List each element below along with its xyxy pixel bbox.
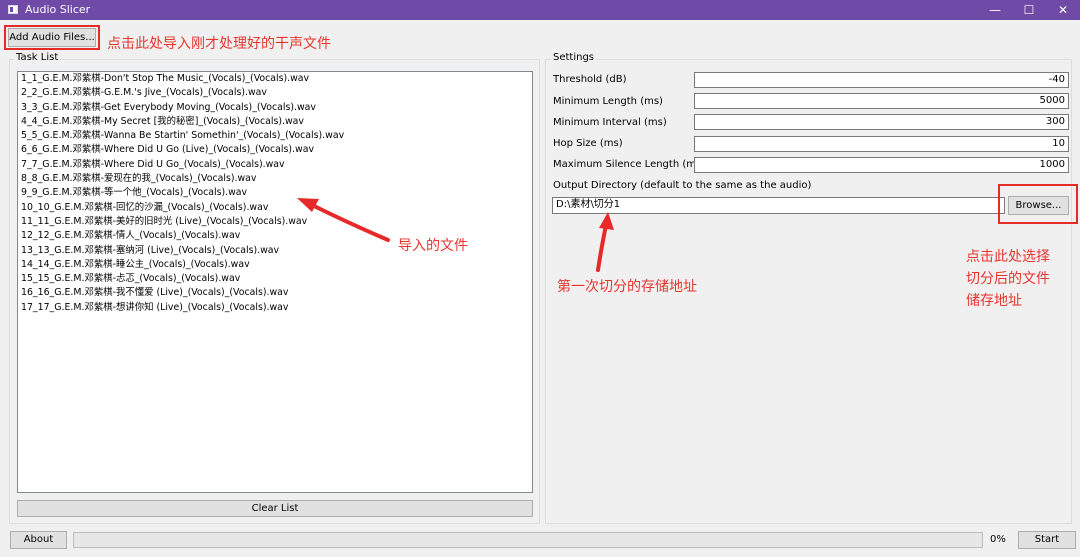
add-files-highlight-box: [4, 25, 100, 50]
close-icon[interactable]: ✕: [1040, 0, 1080, 20]
hop-size-input[interactable]: 10: [694, 136, 1069, 152]
task-list-item[interactable]: 2_2_G.E.M.邓紫棋-G.E.M.'s Jive_(Vocals)_(Vo…: [18, 86, 532, 100]
task-list-item[interactable]: 7_7_G.E.M.邓紫棋-Where Did U Go_(Vocals)_(V…: [18, 158, 532, 172]
max-silence-input[interactable]: 1000: [694, 157, 1069, 173]
task-list-item[interactable]: 1_1_G.E.M.邓紫棋-Don't Stop The Music_(Voca…: [18, 72, 532, 86]
task-list-item[interactable]: 9_9_G.E.M.邓紫棋-等一个他_(Vocals)_(Vocals).wav: [18, 186, 532, 200]
min-length-input[interactable]: 5000: [694, 93, 1069, 109]
task-list-item[interactable]: 10_10_G.E.M.邓紫棋-回忆的沙漏_(Vocals)_(Vocals).…: [18, 201, 532, 215]
output-path-annotation: 第一次切分的存储地址: [557, 279, 697, 295]
hop-size-label: Hop Size (ms): [553, 138, 623, 149]
progress-percent: 0%: [990, 534, 1006, 545]
progress-bar: [73, 532, 983, 548]
app-window-icon: [8, 5, 18, 14]
output-directory-input[interactable]: D:\素材\切分1: [552, 197, 1005, 214]
task-list-item[interactable]: 5_5_G.E.M.邓紫棋-Wanna Be Startin' Somethin…: [18, 129, 532, 143]
add-files-annotation: 点击此处导入刚才处理好的干声文件: [107, 36, 331, 52]
task-list-item[interactable]: 3_3_G.E.M.邓紫棋-Get Everybody Moving_(Voca…: [18, 101, 532, 115]
min-interval-label: Minimum Interval (ms): [553, 117, 667, 128]
settings-title: Settings: [551, 52, 597, 63]
browse-highlight-box: [998, 184, 1078, 224]
task-list-box[interactable]: 1_1_G.E.M.邓紫棋-Don't Stop The Music_(Voca…: [17, 71, 533, 493]
task-list-item[interactable]: 14_14_G.E.M.邓紫棋-睡公主_(Vocals)_(Vocals).wa…: [18, 258, 532, 272]
task-list-item[interactable]: 4_4_G.E.M.邓紫棋-My Secret [我的秘密]_(Vocals)_…: [18, 115, 532, 129]
browse-annotation-line-3: 储存地址: [966, 293, 1022, 309]
task-list-item[interactable]: 16_16_G.E.M.邓紫棋-我不懂爱 (Live)_(Vocals)_(Vo…: [18, 286, 532, 300]
task-list-item[interactable]: 8_8_G.E.M.邓紫棋-爱现在的我_(Vocals)_(Vocals).wa…: [18, 172, 532, 186]
task-list-title: Task List: [14, 52, 61, 63]
start-button[interactable]: Start: [1018, 531, 1076, 549]
imported-files-annotation: 导入的文件: [398, 238, 468, 254]
clear-list-button[interactable]: Clear List: [17, 500, 533, 517]
threshold-input[interactable]: -40: [694, 72, 1069, 88]
max-silence-label: Maximum Silence Length (ms): [553, 159, 706, 170]
about-button[interactable]: About: [10, 531, 67, 549]
min-length-label: Minimum Length (ms): [553, 96, 663, 107]
window-title: Audio Slicer: [25, 3, 91, 16]
threshold-label: Threshold (dB): [553, 74, 627, 85]
task-list-item[interactable]: 15_15_G.E.M.邓紫棋-忐忑_(Vocals)_(Vocals).wav: [18, 272, 532, 286]
browse-annotation-line-2: 切分后的文件: [966, 271, 1050, 287]
title-bar: Audio Slicer — ☐ ✕: [0, 0, 1080, 20]
task-list-item[interactable]: 11_11_G.E.M.邓紫棋-美好的旧时光 (Live)_(Vocals)_(…: [18, 215, 532, 229]
task-list-item[interactable]: 6_6_G.E.M.邓紫棋-Where Did U Go (Live)_(Voc…: [18, 143, 532, 157]
min-interval-input[interactable]: 300: [694, 114, 1069, 130]
browse-annotation-line-1: 点击此处选择: [966, 249, 1050, 265]
output-directory-label: Output Directory (default to the same as…: [553, 180, 812, 191]
task-list-item[interactable]: 17_17_G.E.M.邓紫棋-想讲你知 (Live)_(Vocals)_(Vo…: [18, 301, 532, 315]
